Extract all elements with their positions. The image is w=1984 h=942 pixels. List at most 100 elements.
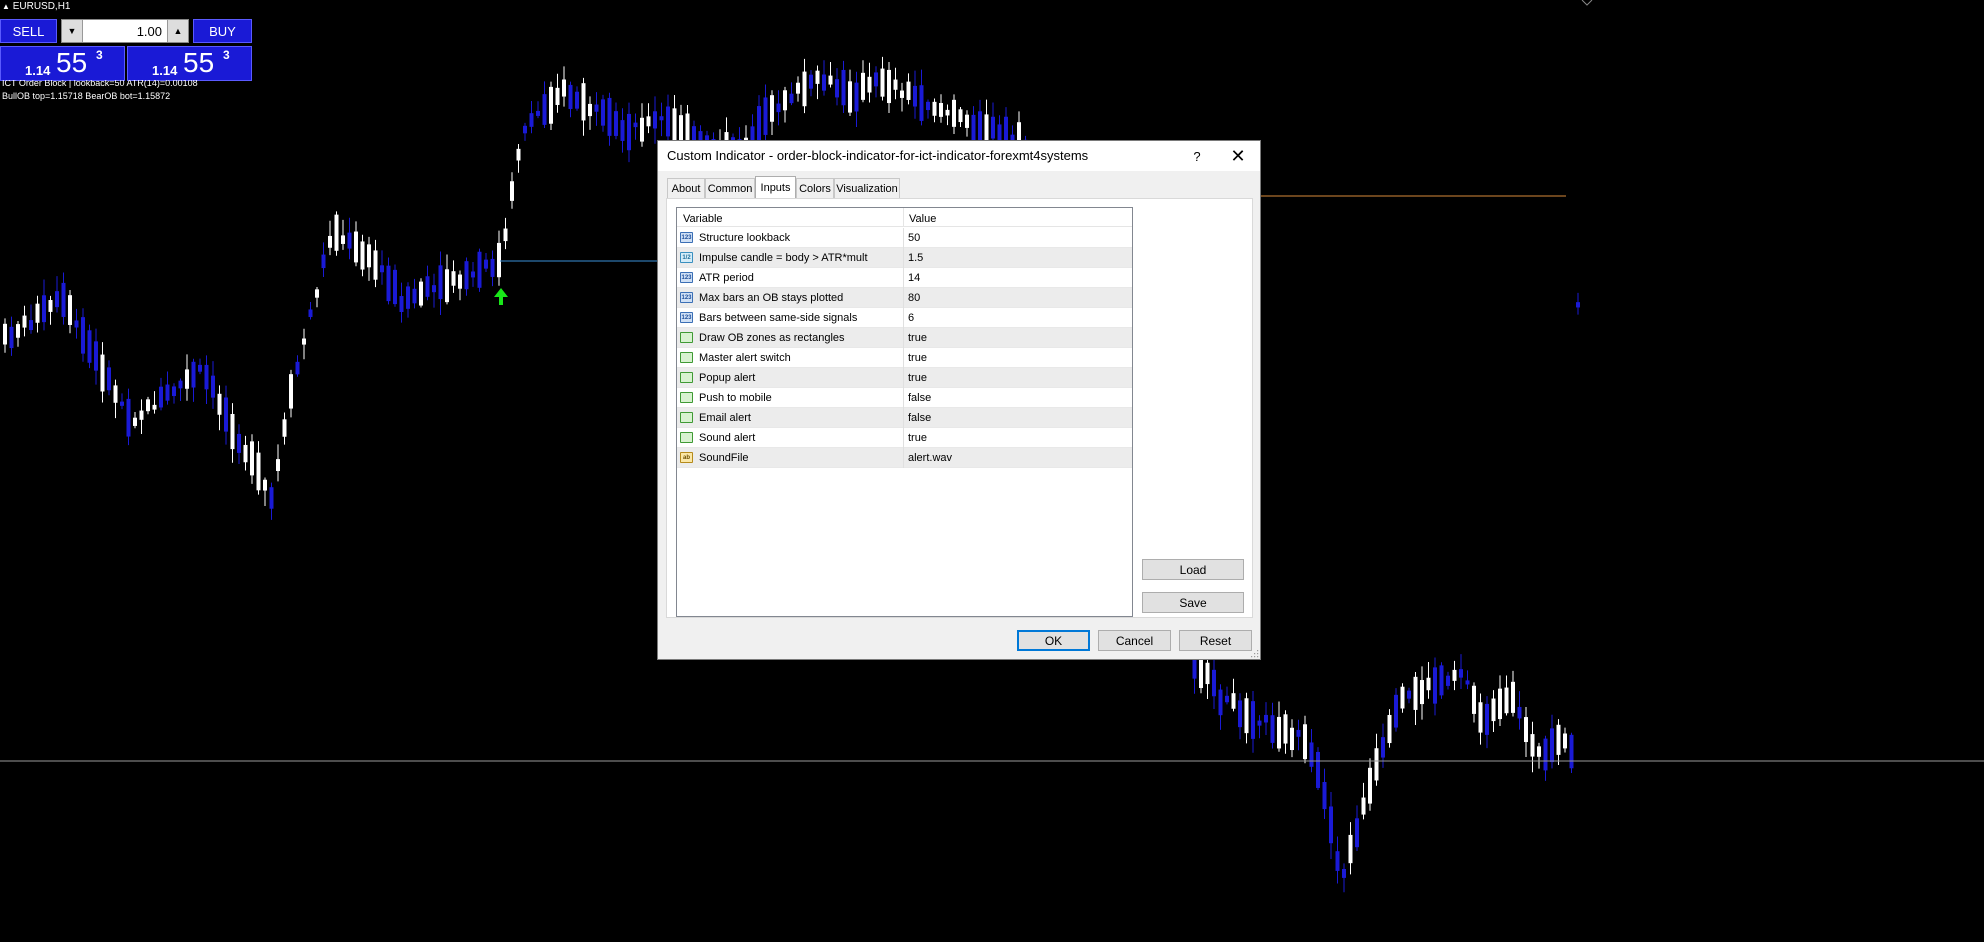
input-value[interactable]: alert.wav [908, 452, 952, 464]
candle-body [1283, 714, 1288, 744]
int-type-icon: 123 [680, 312, 693, 323]
candle-body [1244, 698, 1249, 734]
candle-body [776, 103, 781, 113]
input-row[interactable]: 123 ATR period 14 [677, 268, 1132, 288]
int-type-icon: 123 [680, 292, 693, 303]
input-row[interactable]: ab SoundFile alert.wav [677, 448, 1132, 468]
sell-button[interactable]: SELL [0, 19, 57, 43]
candle-body [562, 79, 566, 97]
input-value[interactable]: false [908, 412, 931, 424]
inputs-grid[interactable]: Variable Value 123 Structure lookback 50 1/… [676, 207, 1133, 617]
candle-body [438, 265, 443, 300]
buy-button[interactable]: BUY [193, 19, 252, 43]
tab-about[interactable]: About [667, 178, 705, 198]
input-row[interactable]: 123 Bars between same-side signals 6 [677, 308, 1132, 328]
candle-body [406, 286, 410, 309]
candle-body [269, 487, 274, 509]
candle-body [880, 68, 885, 97]
input-variable-name: Draw OB zones as rectangles [699, 332, 845, 344]
column-header-value[interactable]: Value [909, 213, 936, 225]
ok-button[interactable]: OK [1017, 630, 1090, 651]
candle-body [1537, 746, 1541, 757]
input-row[interactable]: Draw OB zones as rectangles true [677, 328, 1132, 348]
input-variable-name: Email alert [699, 412, 751, 424]
resize-grip-icon[interactable] [1250, 649, 1259, 658]
save-button[interactable]: Save [1142, 592, 1244, 613]
input-value[interactable]: 1.5 [908, 252, 923, 264]
candle-body [126, 398, 131, 437]
input-value[interactable]: true [908, 352, 927, 364]
candle-body [497, 242, 501, 278]
input-value[interactable]: true [908, 372, 927, 384]
candle-body [1491, 698, 1496, 722]
custom-indicator-dialog: Custom Indicator - order-block-indicator… [657, 140, 1261, 660]
chart-menu-icon[interactable]: ▲ [2, 2, 10, 11]
lot-size-input[interactable] [84, 22, 166, 40]
candle-body [217, 393, 222, 415]
input-row[interactable]: Popup alert true [677, 368, 1132, 388]
cancel-button[interactable]: Cancel [1098, 630, 1171, 651]
column-header-variable[interactable]: Variable [683, 213, 723, 225]
grid-header: Variable Value [677, 208, 1132, 227]
input-row[interactable]: 123 Structure lookback 50 [677, 228, 1132, 248]
input-value[interactable]: 50 [908, 232, 920, 244]
candle-body [1543, 738, 1548, 771]
candle-body [646, 116, 651, 127]
reset-button[interactable]: Reset [1179, 630, 1252, 651]
load-button[interactable]: Load [1142, 559, 1244, 580]
input-value[interactable]: 14 [908, 272, 920, 284]
close-icon[interactable]: ✕ [1224, 144, 1252, 168]
candle-body [152, 404, 157, 410]
candle-body [789, 93, 794, 104]
candle-body [555, 87, 560, 105]
candle-body [672, 108, 677, 141]
input-value[interactable]: false [908, 392, 931, 404]
candle-body [542, 94, 547, 125]
buy-price[interactable]: 1.14 55 3 [127, 46, 252, 81]
candle-body [575, 91, 579, 109]
candle-body [1218, 689, 1223, 716]
candle-body [243, 444, 248, 463]
input-row[interactable]: 1/2 Impulse candle = body > ATR*mult 1.5 [677, 248, 1132, 268]
sell-price-pips: 55 [56, 47, 88, 78]
tab-visualization[interactable]: Visualization [834, 178, 900, 198]
input-variable-name: ATR period [699, 272, 754, 284]
sell-price[interactable]: 1.14 55 3 [0, 46, 125, 81]
input-row[interactable]: Master alert switch true [677, 348, 1132, 368]
candle-body [666, 106, 670, 137]
candle-body [191, 361, 196, 388]
candle-body [133, 417, 137, 426]
candle-body [1452, 669, 1457, 681]
candle-body [1485, 703, 1489, 735]
int-type-icon: 123 [680, 272, 693, 283]
lot-increase-button[interactable]: ▲ [167, 20, 188, 42]
dialog-titlebar[interactable]: Custom Indicator - order-block-indicator… [658, 141, 1260, 171]
column-divider [903, 308, 904, 328]
input-value[interactable]: 6 [908, 312, 914, 324]
candle-body [458, 274, 462, 289]
help-button[interactable]: ? [1185, 144, 1209, 168]
tab-common[interactable]: Common [705, 178, 755, 198]
candle-body [1550, 728, 1554, 763]
column-divider[interactable] [903, 208, 904, 226]
column-divider [903, 228, 904, 248]
input-row[interactable]: Email alert false [677, 408, 1132, 428]
tab-colors[interactable]: Colors [796, 178, 834, 198]
candle-body [282, 419, 287, 437]
candle-body [607, 97, 612, 136]
lot-decrease-button[interactable]: ▼ [62, 20, 83, 42]
candle-body [1368, 767, 1372, 804]
candle-body [341, 235, 345, 244]
input-value[interactable]: true [908, 332, 927, 344]
candle-body [1465, 680, 1470, 685]
candle-body [477, 251, 482, 288]
candle-body [1322, 782, 1327, 810]
sell-price-prefix: 1.14 [25, 63, 51, 78]
candle-body [230, 413, 235, 450]
input-value[interactable]: 80 [908, 292, 920, 304]
tab-inputs[interactable]: Inputs [755, 176, 796, 198]
input-row[interactable]: Sound alert true [677, 428, 1132, 448]
input-row[interactable]: 123 Max bars an OB stays plotted 80 [677, 288, 1132, 308]
input-row[interactable]: Push to mobile false [677, 388, 1132, 408]
input-value[interactable]: true [908, 432, 927, 444]
